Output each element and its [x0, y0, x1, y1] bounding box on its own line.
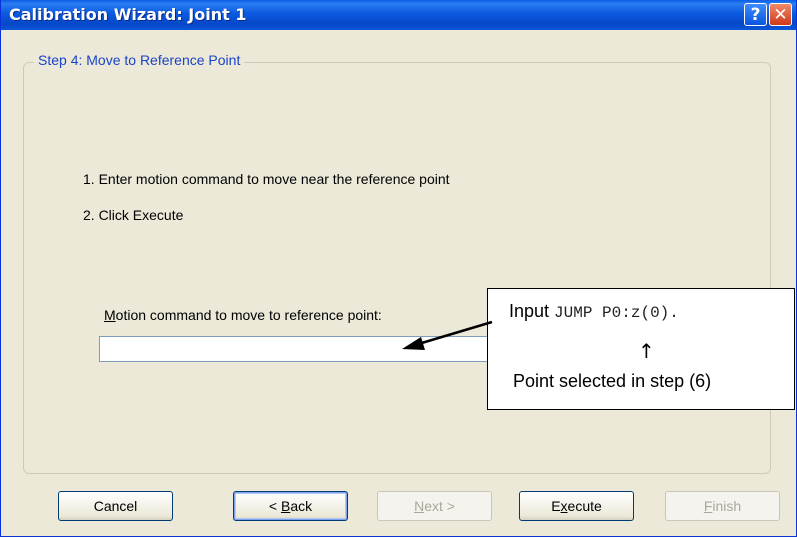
- up-arrow-icon: ↑: [638, 339, 655, 363]
- step-groupbox: [23, 62, 771, 474]
- execute-prefix: E: [551, 498, 561, 514]
- motion-command-label: Motion command to move to reference poin…: [104, 307, 382, 323]
- finish-rest: inish: [712, 498, 742, 514]
- motion-command-label-text: otion command to move to reference point…: [115, 307, 382, 323]
- help-icon[interactable]: ?: [744, 3, 767, 26]
- callout-prefix: Input: [509, 301, 555, 321]
- motion-command-input[interactable]: [99, 336, 512, 362]
- calibration-wizard-window: Calibration Wizard: Joint 1 ? ✕ Step 4: …: [0, 0, 797, 537]
- next-accel: N: [414, 498, 425, 514]
- execute-button[interactable]: Execute: [519, 491, 634, 521]
- next-rest: ext >: [424, 498, 455, 514]
- back-accel: B: [280, 498, 291, 514]
- finish-button[interactable]: Finish: [665, 491, 780, 521]
- close-icon[interactable]: ✕: [769, 3, 792, 26]
- callout-code: JUMP P0:z(0).: [554, 304, 679, 322]
- title-bar: Calibration Wizard: Joint 1 ? ✕: [1, 0, 796, 30]
- instruction-1: 1. Enter motion command to move near the…: [83, 171, 450, 187]
- motion-command-label-accel: M: [104, 307, 116, 323]
- instruction-2: 2. Click Execute: [83, 207, 184, 223]
- back-prefix: <: [268, 498, 281, 514]
- callout-note: Point selected in step (6): [513, 371, 712, 391]
- callout-input-line: Input JUMP P0:z(0).: [509, 301, 679, 322]
- step-group-label: Step 4: Move to Reference Point: [34, 52, 245, 68]
- execute-accel: x: [560, 498, 568, 514]
- cancel-button[interactable]: Cancel: [58, 491, 173, 521]
- window-title: Calibration Wizard: Joint 1: [9, 5, 247, 24]
- back-button[interactable]: < Back: [233, 491, 348, 521]
- execute-rest: ecute: [567, 498, 602, 514]
- next-button[interactable]: Next >: [377, 491, 492, 521]
- annotation-callout: Input JUMP P0:z(0). ↑ Point selected in …: [487, 288, 795, 410]
- back-rest: ack: [290, 498, 313, 514]
